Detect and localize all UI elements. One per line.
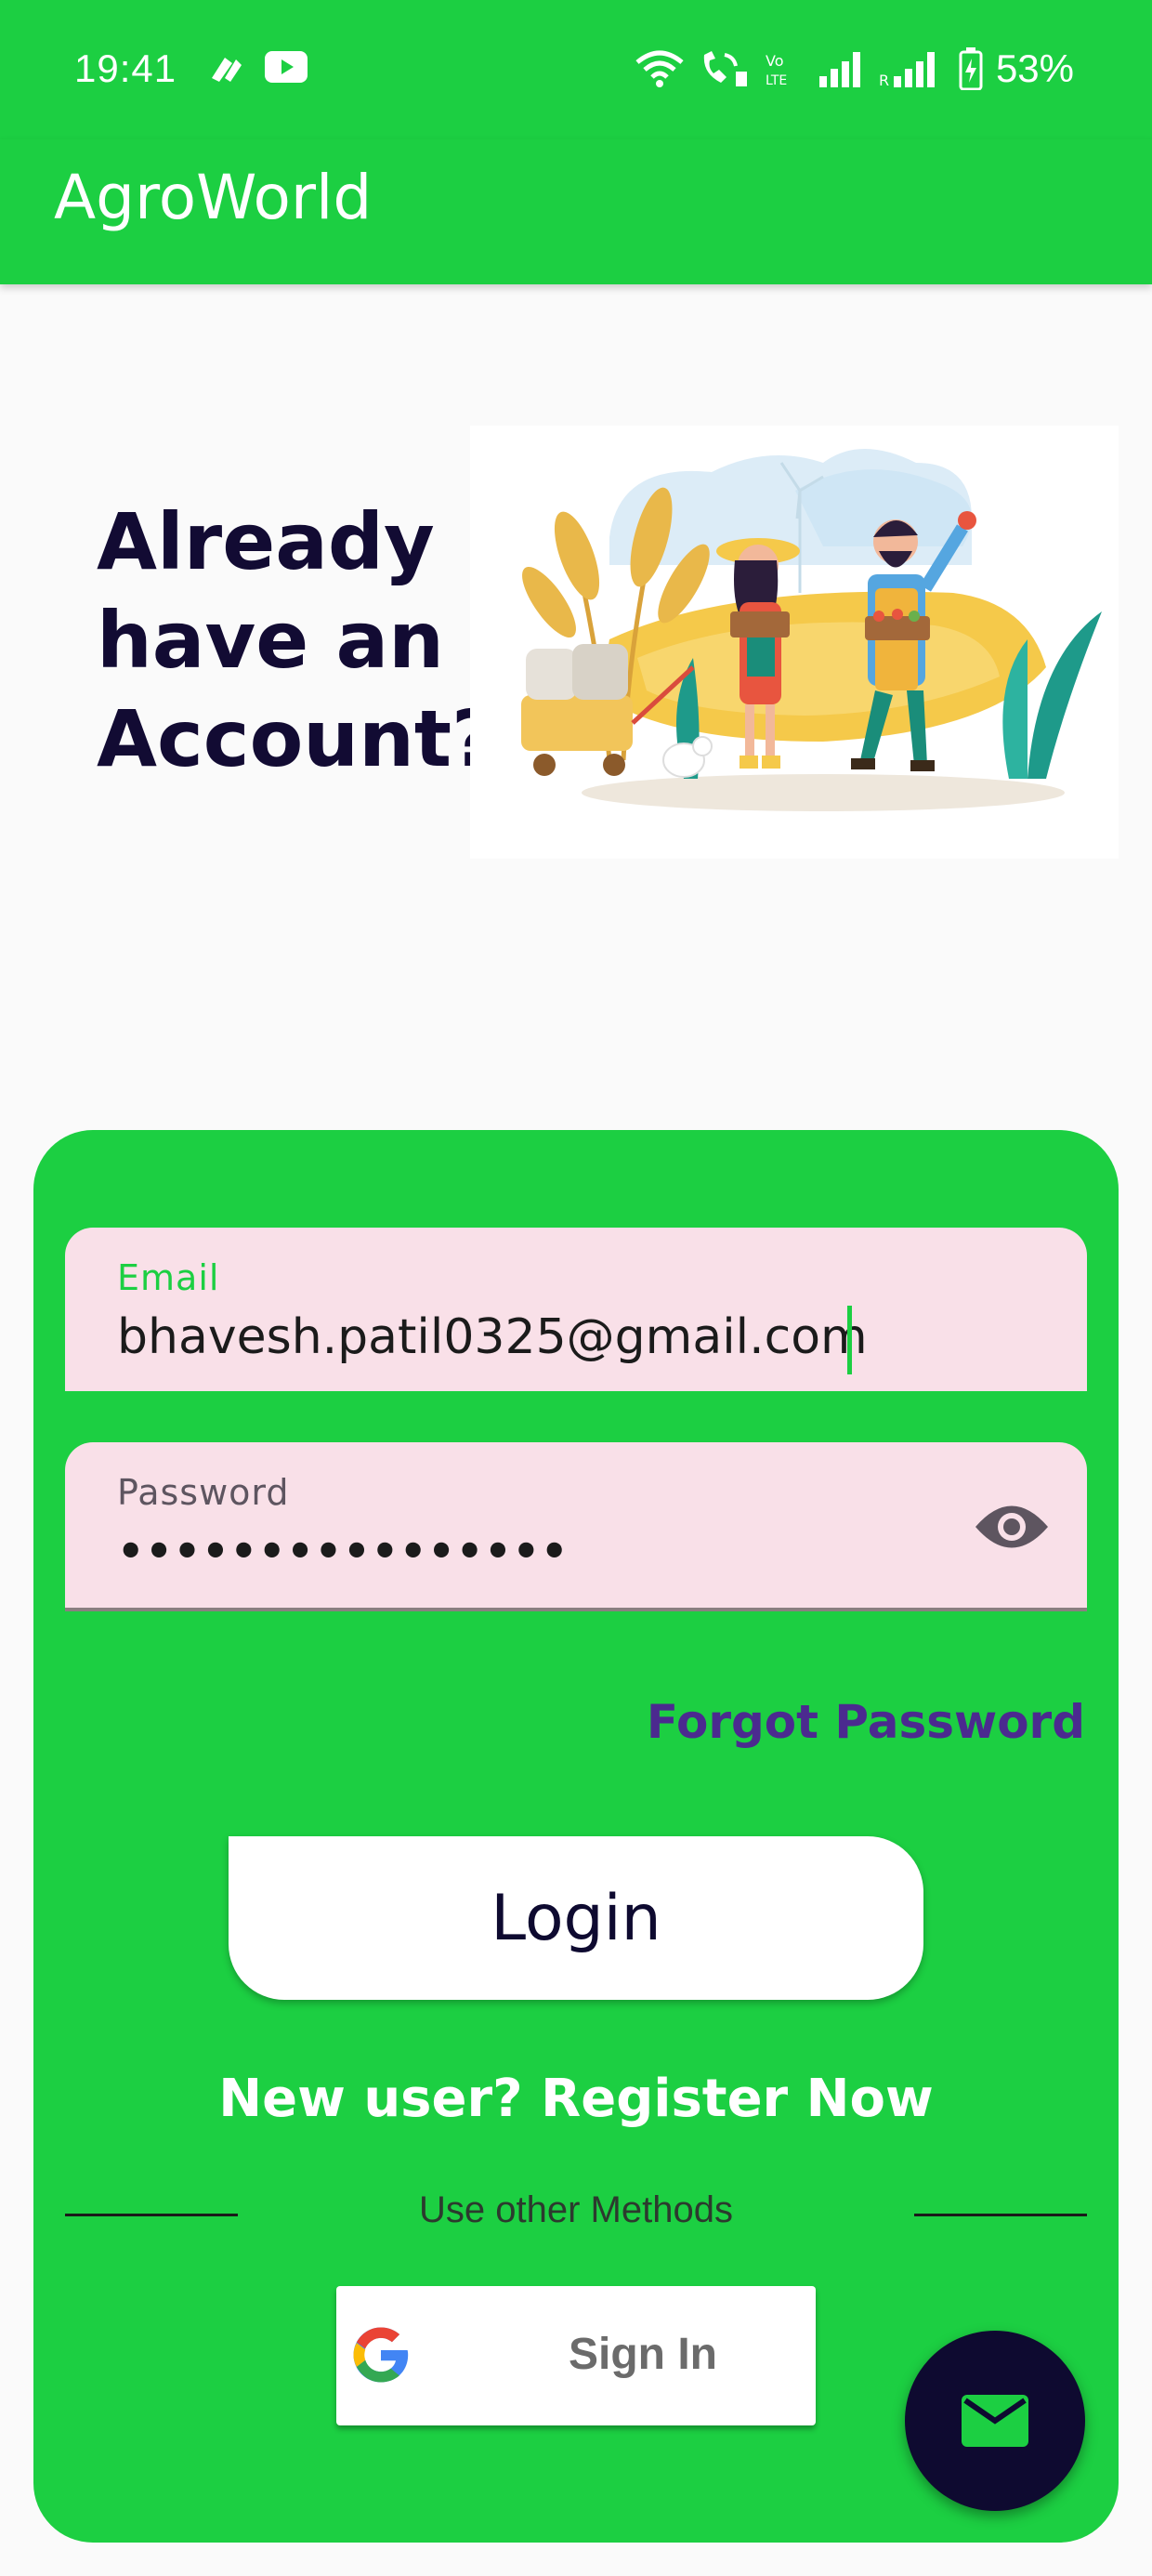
text-caret (847, 1306, 852, 1374)
svg-text:LTE: LTE (766, 73, 787, 88)
login-button[interactable]: Login (229, 1836, 923, 2000)
app-notification-icon (212, 58, 242, 82)
status-right-icons: Vo LTE R 53% (634, 46, 1074, 91)
signal-roaming-icon: R (879, 52, 935, 87)
mail-icon (962, 2395, 1028, 2447)
google-sign-in-label: Sign In (569, 2330, 717, 2379)
status-bar: 19:41 Vo LTE R 53% (0, 0, 1152, 139)
register-link[interactable]: New user? Register Now (33, 2069, 1119, 2129)
email-field[interactable]: Email bhavesh.patil0325@gmail.com (65, 1228, 1087, 1395)
google-icon (353, 2327, 409, 2383)
status-time: 19:41 (74, 46, 177, 90)
forgot-password-link[interactable]: Forgot Password (647, 1695, 1085, 1749)
google-sign-in-button[interactable]: Sign In (336, 2286, 816, 2425)
password-label: Password (117, 1472, 290, 1513)
signal-icon (818, 52, 860, 87)
password-value[interactable]: •••••••••••••••• (117, 1526, 569, 1576)
battery-charging-icon (959, 47, 983, 90)
farmers-illustration (470, 426, 1119, 859)
app-title: AgroWorld (54, 162, 373, 233)
password-field[interactable]: Password •••••••••••••••• (65, 1442, 1087, 1611)
status-left-icons (206, 50, 308, 87)
youtube-icon (265, 51, 308, 83)
svg-text:Vo: Vo (766, 52, 784, 70)
app-bar: AgroWorld (0, 139, 1152, 284)
divider-right (914, 2214, 1087, 2216)
battery-percentage: 53% (995, 46, 1074, 90)
svg-text:R: R (879, 72, 889, 87)
hero-heading: Already have an Account? (97, 496, 497, 784)
email-label: Email (117, 1257, 220, 1298)
volte-icon: Vo LTE (766, 52, 787, 88)
login-card: Email bhavesh.patil0325@gmail.com Passwo… (33, 1130, 1119, 2543)
wifi-icon (635, 50, 684, 87)
mail-fab[interactable] (905, 2331, 1085, 2511)
wifi-call-icon (703, 51, 747, 86)
email-value[interactable]: bhavesh.patil0325@gmail.com (117, 1309, 868, 1365)
eye-icon[interactable] (974, 1498, 1050, 1556)
other-methods-label: Use other Methods (419, 2189, 733, 2230)
